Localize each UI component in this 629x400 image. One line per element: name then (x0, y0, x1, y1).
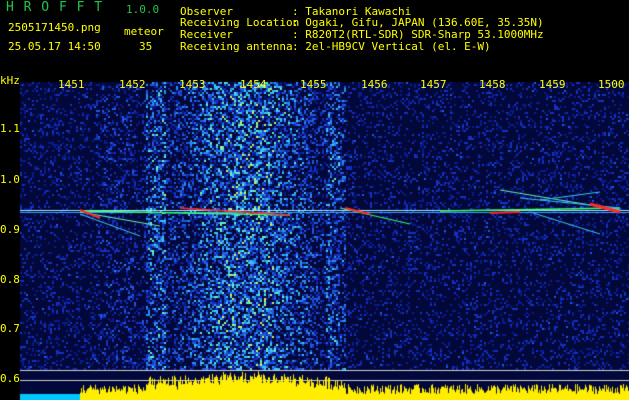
x-tick-label: 1456 (361, 78, 388, 91)
y-tick-label: 0.6 (0, 372, 20, 385)
app-version: 1.0.0 (126, 3, 160, 16)
antenna-label: Receiving antenna (180, 40, 293, 53)
y-tick-label: 0.9 (0, 223, 20, 236)
y-tick-label: 1.1 (0, 122, 20, 135)
image-filename: 2505171450.png (8, 21, 101, 34)
y-tick-label: 1.0 (0, 173, 20, 186)
y-tick-label: 0.7 (0, 322, 20, 335)
x-tick-label: 1458 (479, 78, 506, 91)
app-name: H R O F F T (6, 0, 104, 15)
x-tick-label: 1459 (539, 78, 566, 91)
x-tick-label: 1500 (598, 78, 625, 91)
detection-label: meteor (124, 25, 164, 38)
timestamp: 25.05.17 14:50 (8, 40, 101, 53)
x-tick-label: 1455 (300, 78, 327, 91)
x-tick-label: 1457 (420, 78, 447, 91)
detection-count: 35 (139, 40, 153, 53)
x-tick-label: 1452 (119, 78, 146, 91)
y-axis-unit: kHz (0, 74, 20, 87)
x-tick-label: 1451 (58, 78, 85, 91)
spectrogram-canvas (0, 74, 629, 400)
x-tick-label: 1454 (240, 78, 267, 91)
antenna-value: : 2el-HB9CV Vertical (el. E-W) (292, 40, 491, 53)
x-tick-label: 1453 (179, 78, 206, 91)
header-panel: H R O F F T 1.0.0 2505171450.png meteor … (0, 0, 629, 74)
y-tick-label: 0.8 (0, 273, 20, 286)
